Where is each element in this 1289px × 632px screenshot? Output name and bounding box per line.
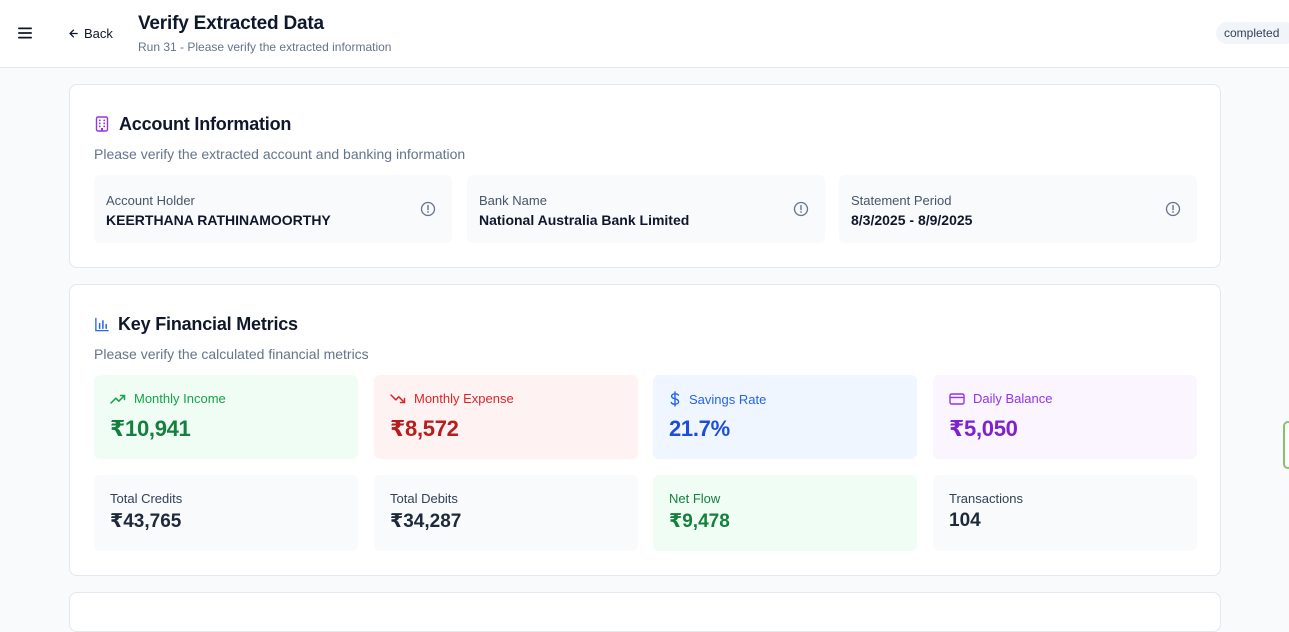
metric-label: Monthly Income bbox=[134, 391, 226, 406]
metrics-card-title: Key Financial Metrics bbox=[118, 313, 298, 334]
field-value: KEERTHANA RATHINAMOORTHY bbox=[106, 212, 331, 228]
field-account-holder: Account Holder KEERTHANA RATHINAMOORTHY bbox=[94, 175, 452, 243]
metric-value: ₹8,572 bbox=[390, 416, 459, 441]
stat-label: Transactions bbox=[949, 491, 1023, 506]
side-feedback-tab[interactable] bbox=[1283, 421, 1289, 469]
metric-daily-balance: Daily Balance ₹5,050 bbox=[933, 375, 1197, 459]
account-card-title: Account Information bbox=[119, 113, 292, 134]
field-value: 8/3/2025 - 8/9/2025 bbox=[851, 212, 973, 228]
account-information-card: Account Information Please verify the ex… bbox=[69, 84, 1221, 268]
stat-label: Net Flow bbox=[669, 491, 721, 506]
field-value: National Australia Bank Limited bbox=[479, 212, 690, 228]
stat-label: Total Debits bbox=[390, 491, 458, 506]
field-statement-period: Statement Period 8/3/2025 - 8/9/2025 bbox=[839, 175, 1197, 243]
field-label: Statement Period bbox=[851, 193, 952, 208]
metric-monthly-income: Monthly Income ₹10,941 bbox=[94, 375, 358, 459]
stat-value: 104 bbox=[949, 510, 981, 531]
building-icon bbox=[95, 116, 109, 132]
field-label: Account Holder bbox=[106, 193, 195, 208]
metrics-card-header: Key Financial Metrics bbox=[94, 313, 298, 335]
stat-total-debits: Total Debits ₹34,287 bbox=[374, 475, 638, 551]
next-section-card bbox=[69, 592, 1221, 632]
metrics-card-description: Please verify the calculated financial m… bbox=[94, 346, 369, 362]
back-label: Back bbox=[84, 25, 113, 41]
metric-value: ₹5,050 bbox=[949, 416, 1018, 441]
metric-value: ₹10,941 bbox=[110, 416, 191, 441]
stat-label: Total Credits bbox=[110, 491, 183, 506]
stat-value: ₹9,478 bbox=[669, 511, 730, 532]
menu-icon[interactable] bbox=[14, 22, 36, 44]
top-bar: Back Verify Extracted Data Run 31 - Plea… bbox=[0, 0, 1289, 68]
arrow-left-icon bbox=[69, 28, 78, 38]
account-card-description: Please verify the extracted account and … bbox=[94, 146, 466, 162]
trending-up-icon bbox=[110, 394, 126, 404]
stat-net-flow: Net Flow ₹9,478 bbox=[653, 475, 917, 551]
field-label: Bank Name bbox=[479, 193, 547, 208]
metric-value: 21.7% bbox=[669, 416, 730, 441]
stat-value: ₹34,287 bbox=[390, 511, 462, 532]
metric-label: Monthly Expense bbox=[414, 391, 514, 406]
metric-label: Daily Balance bbox=[973, 391, 1053, 406]
info-icon[interactable] bbox=[420, 201, 436, 217]
key-financial-metrics-card: Key Financial Metrics Please verify the … bbox=[69, 284, 1221, 576]
back-button[interactable]: Back bbox=[68, 23, 113, 43]
stat-total-credits: Total Credits ₹43,765 bbox=[94, 475, 358, 551]
credit-card-icon bbox=[949, 392, 965, 405]
stat-value: ₹43,765 bbox=[110, 511, 182, 532]
stat-transactions: Transactions 104 bbox=[933, 475, 1197, 551]
info-icon[interactable] bbox=[793, 201, 809, 217]
metric-savings-rate: Savings Rate 21.7% bbox=[653, 375, 917, 459]
trending-down-icon bbox=[390, 393, 406, 403]
info-icon[interactable] bbox=[1165, 201, 1181, 217]
bar-chart-icon bbox=[95, 317, 109, 331]
field-bank-name: Bank Name National Australia Bank Limite… bbox=[467, 175, 825, 243]
status-badge: completed bbox=[1216, 22, 1289, 44]
page-title: Verify Extracted Data bbox=[138, 13, 324, 34]
account-card-header: Account Information bbox=[94, 113, 291, 135]
metric-label: Savings Rate bbox=[689, 391, 767, 407]
dollar-icon bbox=[670, 391, 680, 407]
page-subtitle: Run 31 - Please verify the extracted inf… bbox=[138, 40, 392, 54]
metric-monthly-expense: Monthly Expense ₹8,572 bbox=[374, 375, 638, 459]
